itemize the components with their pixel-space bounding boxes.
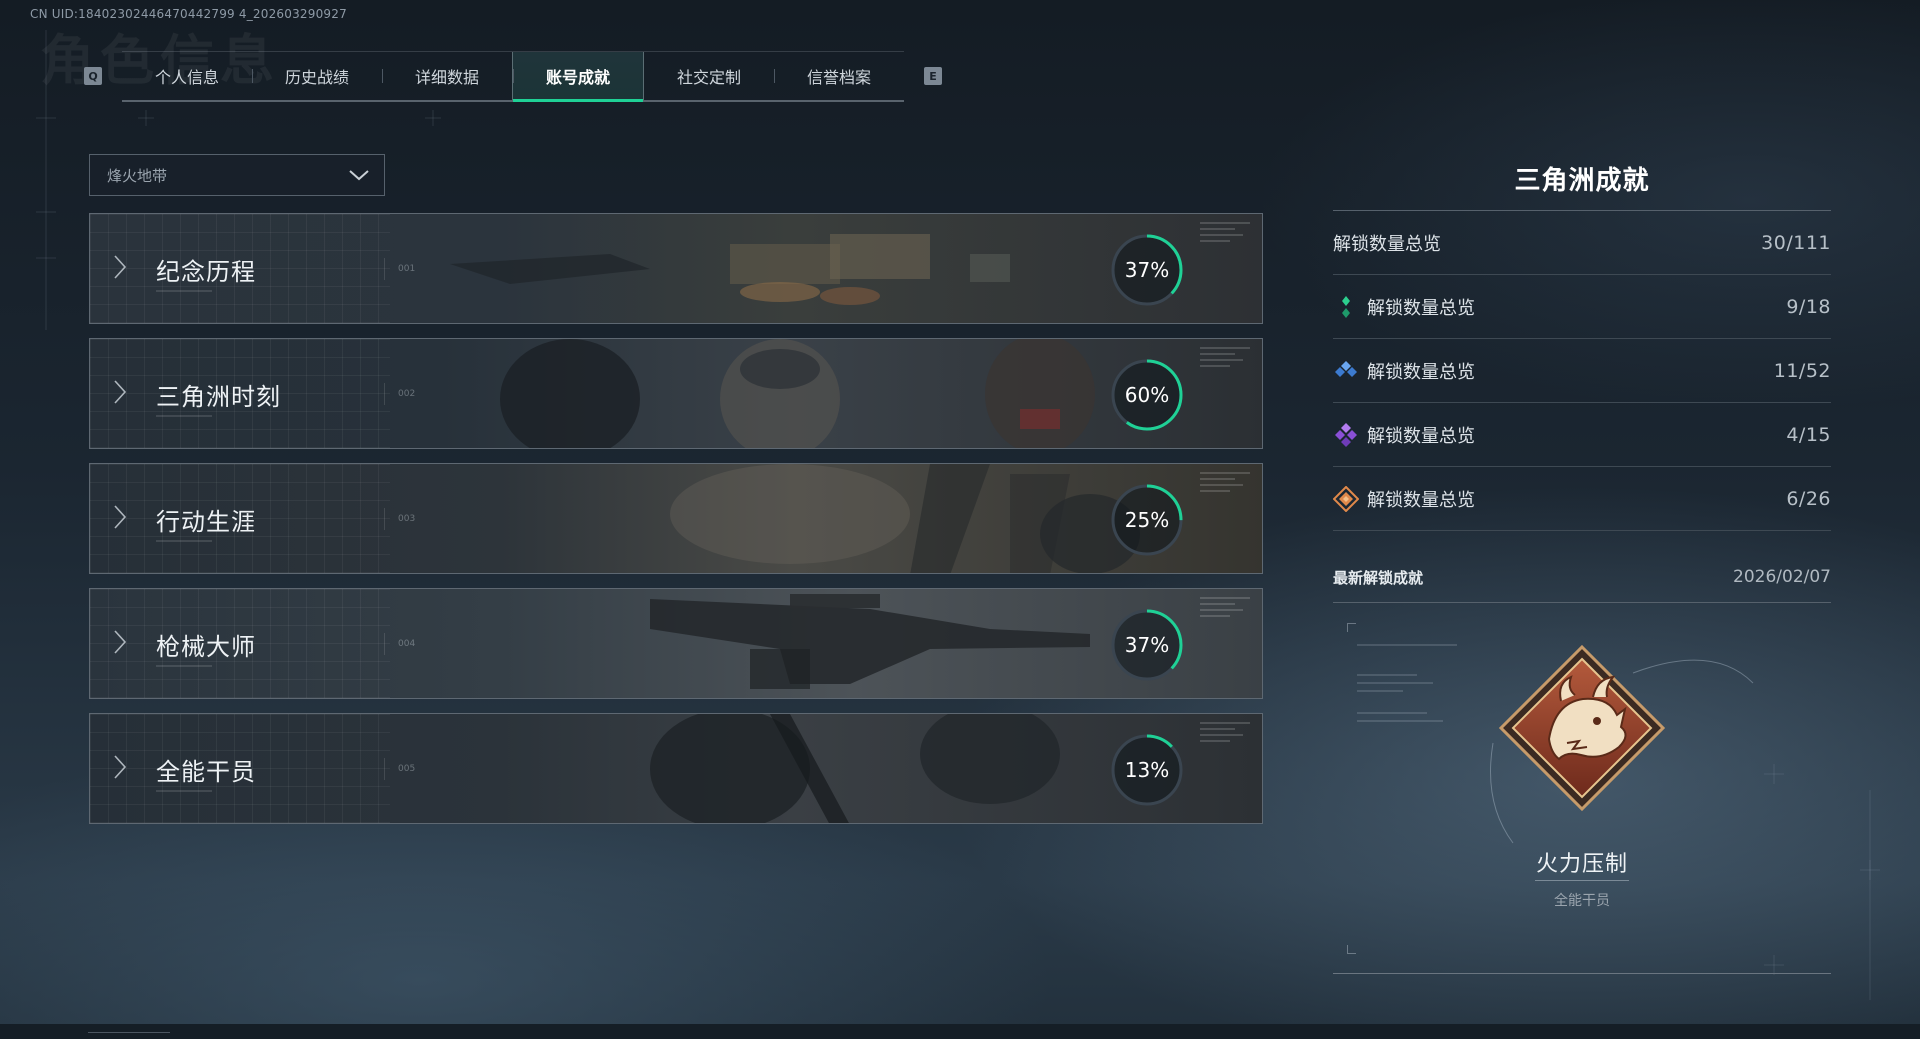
tab-match-history[interactable]: 历史战绩 bbox=[252, 52, 382, 100]
category-index: 004 bbox=[398, 639, 416, 649]
category-card[interactable]: 行动生涯 003 25% bbox=[89, 463, 1263, 574]
tier-unlock-row: 解锁数量总览 9/18 bbox=[1333, 275, 1831, 339]
title-decoration bbox=[156, 540, 212, 542]
tier-unlock-label: 解锁数量总览 bbox=[1367, 297, 1475, 319]
tier-green-icon bbox=[1342, 295, 1350, 318]
badge-name-underline bbox=[1535, 880, 1629, 881]
latest-achievement-card[interactable]: 火力压制 全能干员 bbox=[1333, 603, 1831, 974]
category-card[interactable]: 纪念历程 001 37% bbox=[89, 213, 1263, 324]
card-separator bbox=[384, 758, 385, 780]
progress-percent: 37% bbox=[1124, 258, 1170, 282]
category-title: 行动生涯 bbox=[156, 508, 256, 536]
tier-unlock-value: 4/15 bbox=[1786, 423, 1831, 446]
title-decoration bbox=[156, 790, 212, 792]
total-unlock-label: 解锁数量总览 bbox=[1333, 233, 1441, 255]
tier-unlock-value: 11/52 bbox=[1773, 359, 1831, 382]
card-corner-decoration bbox=[1200, 347, 1250, 371]
mode-select-value: 烽火地带 bbox=[107, 166, 168, 185]
category-index: 003 bbox=[398, 514, 416, 524]
achievement-category-list: 纪念历程 001 37% 三角洲时刻 002 60% 行动生涯 003 25% … bbox=[89, 213, 1263, 838]
tier-purple-icon bbox=[1335, 422, 1357, 447]
card-corner-decoration bbox=[1200, 222, 1250, 246]
tier-orange-icon bbox=[1333, 485, 1359, 512]
tabs: 个人信息 历史战绩 详细数据 账号成就 社交定制 信誉档案 bbox=[122, 50, 904, 102]
card-corner-decoration bbox=[1200, 597, 1250, 621]
progress-percent: 60% bbox=[1124, 383, 1170, 407]
category-title: 纪念历程 bbox=[156, 258, 256, 286]
chevron-right-icon bbox=[114, 755, 127, 779]
bottom-button-edge[interactable] bbox=[88, 1032, 170, 1033]
latest-unlock-header: 最新解锁成就 2026/02/07 bbox=[1333, 567, 1831, 603]
tier-unlock-row: 解锁数量总览 6/26 bbox=[1333, 467, 1831, 531]
badge-category: 全能干员 bbox=[1554, 893, 1610, 909]
card-corner-decoration bbox=[1200, 722, 1250, 746]
category-index: 001 bbox=[398, 264, 416, 274]
category-title: 枪械大师 bbox=[156, 633, 256, 661]
progress-percent: 25% bbox=[1124, 508, 1170, 532]
total-unlock-value: 30/111 bbox=[1761, 231, 1831, 254]
category-title: 三角洲时刻 bbox=[156, 383, 281, 411]
category-card[interactable]: 三角洲时刻 002 60% bbox=[89, 338, 1263, 449]
category-index: 005 bbox=[398, 764, 416, 774]
category-title: 全能干员 bbox=[156, 758, 256, 786]
tier-unlock-row: 解锁数量总览 11/52 bbox=[1333, 339, 1831, 403]
tier-unlock-row: 解锁数量总览 4/15 bbox=[1333, 403, 1831, 467]
category-index: 002 bbox=[398, 389, 416, 399]
bottom-bar bbox=[0, 1024, 1920, 1039]
tier-unlock-label: 解锁数量总览 bbox=[1367, 425, 1475, 447]
card-separator bbox=[384, 633, 385, 655]
tier-unlock-label: 解锁数量总览 bbox=[1367, 489, 1475, 511]
tab-reputation-file[interactable]: 信誉档案 bbox=[774, 52, 904, 100]
title-decoration bbox=[156, 415, 212, 417]
mode-select[interactable]: 烽火地带 bbox=[89, 154, 385, 196]
category-card[interactable]: 枪械大师 004 37% bbox=[89, 588, 1263, 699]
card-separator bbox=[384, 258, 385, 280]
chevron-right-icon bbox=[114, 630, 127, 654]
prev-tab-key[interactable]: Q bbox=[84, 67, 102, 85]
latest-unlock-label: 最新解锁成就 bbox=[1333, 569, 1424, 587]
total-unlock-row: 解锁数量总览 30/111 bbox=[1333, 211, 1831, 275]
progress-percent: 13% bbox=[1124, 758, 1170, 782]
category-card[interactable]: 全能干员 005 13% bbox=[89, 713, 1263, 824]
tier-blue-icon bbox=[1335, 360, 1357, 377]
card-separator bbox=[384, 508, 385, 530]
title-decoration bbox=[156, 665, 212, 667]
dragon-emblem-icon bbox=[1498, 644, 1666, 812]
tier-unlock-label: 解锁数量总览 bbox=[1367, 361, 1475, 383]
chevron-down-icon bbox=[349, 170, 369, 181]
tier-unlock-value: 6/26 bbox=[1786, 487, 1831, 510]
tier-unlock-value: 9/18 bbox=[1786, 295, 1831, 318]
panel-title: 三角洲成就 bbox=[1514, 166, 1650, 196]
tab-detailed-data[interactable]: 详细数据 bbox=[382, 52, 512, 100]
badge-name: 火力压制 bbox=[1535, 852, 1628, 877]
title-decoration bbox=[156, 290, 212, 292]
chevron-right-icon bbox=[114, 505, 127, 529]
chevron-right-icon bbox=[114, 380, 127, 404]
progress-percent: 37% bbox=[1124, 633, 1170, 657]
tab-account-achievements[interactable]: 账号成就 bbox=[512, 51, 644, 102]
tab-social-custom[interactable]: 社交定制 bbox=[644, 52, 774, 100]
tab-bar: Q 个人信息 历史战绩 详细数据 账号成就 社交定制 信誉档案 E bbox=[84, 50, 942, 102]
uid-label: CN UID:18402302446470442799 4_2026032909… bbox=[30, 7, 347, 21]
achievement-summary-panel: 三角洲成就 解锁数量总览 30/111 解锁数量总览 9/18 解锁数量总览 1… bbox=[1333, 160, 1831, 974]
card-separator bbox=[384, 383, 385, 405]
next-tab-key[interactable]: E bbox=[924, 67, 942, 85]
tab-personal-info[interactable]: 个人信息 bbox=[122, 52, 252, 100]
card-corner-decoration bbox=[1200, 472, 1250, 496]
chevron-right-icon bbox=[114, 255, 127, 279]
achievement-screen: 角色信息 CN UID:18402302446470442799 4_20260… bbox=[0, 0, 1920, 1039]
latest-unlock-date: 2026/02/07 bbox=[1733, 567, 1831, 587]
